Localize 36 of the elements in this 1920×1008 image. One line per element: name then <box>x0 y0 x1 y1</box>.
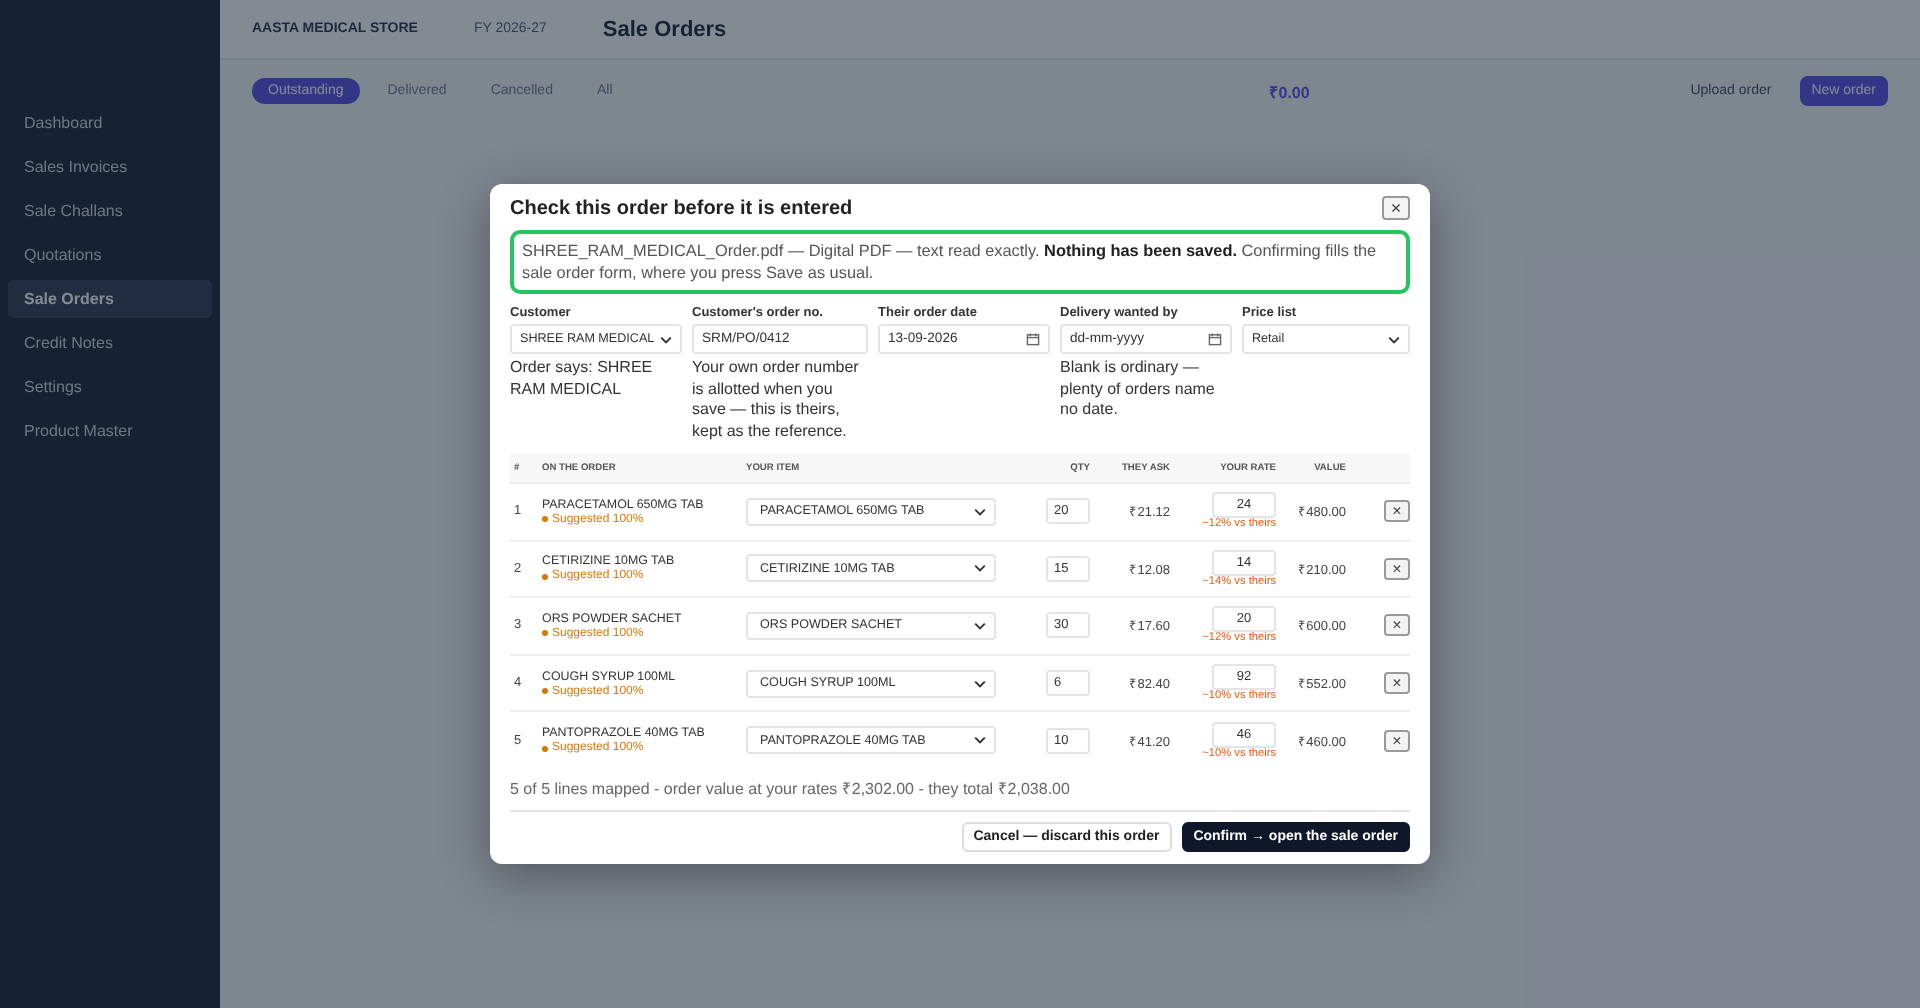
remove-line-button[interactable]: × <box>1384 672 1410 695</box>
dialog-title: Check this order before it is entered <box>510 197 853 219</box>
bullet-icon <box>542 688 548 695</box>
caret-icon <box>974 507 986 516</box>
sidebar-item[interactable]: Settings <box>8 368 212 406</box>
sidebar-item[interactable]: Dashboard <box>8 104 212 142</box>
caret-icon <box>974 621 986 630</box>
caret-icon <box>974 679 986 688</box>
page-title: Sale Orders <box>602 17 727 41</box>
close-button[interactable]: × <box>1382 196 1410 220</box>
bullet-icon <box>542 573 548 580</box>
sidebar-item[interactable]: Quotations <box>8 236 212 274</box>
remove-line-button[interactable]: × <box>1384 557 1410 580</box>
help-text: Blank is ordinary — plenty of orders name no date. <box>1060 358 1217 421</box>
caret-icon <box>974 736 986 745</box>
order-summary: 5 of 5 lines mapped - order value at your rates ₹2,302.00 - they total ₹2,038.00 <box>510 767 1410 812</box>
remove-line-button[interactable]: × <box>1384 500 1410 523</box>
bullet-icon <box>542 516 548 523</box>
caret-icon <box>1388 335 1400 343</box>
notice-box: SHREE_RAM_MEDICAL_Order.pdf — Digital PDF — text read exactly. Nothing has been saved. Confirming fills the sale order form, where you press Save as usual. <box>510 230 1410 294</box>
remove-line-button[interactable]: × <box>1384 614 1410 637</box>
sidebar-item[interactable]: Credit Notes <box>8 324 212 362</box>
summary-value: ₹0.00 <box>1268 82 1310 102</box>
sidebar-item[interactable]: Sale Challans <box>8 192 212 230</box>
sidebar-item[interactable]: Sales Invoices <box>8 148 212 186</box>
help-text: Your own order number is allotted when you save — this is theirs, kept as the reference. <box>692 358 861 442</box>
sidebar-item[interactable]: Sale Orders <box>8 280 212 318</box>
caret-icon <box>660 335 672 343</box>
bullet-icon <box>542 630 548 637</box>
help-text: Order says: SHREE RAM MEDICAL <box>510 358 655 400</box>
bullet-icon <box>542 745 548 752</box>
calendar-icon[interactable] <box>1208 332 1222 346</box>
calendar-icon[interactable] <box>1026 332 1040 346</box>
sidebar-item[interactable]: Product Master <box>8 412 212 450</box>
remove-line-button[interactable]: × <box>1384 729 1410 752</box>
caret-icon <box>974 564 986 573</box>
